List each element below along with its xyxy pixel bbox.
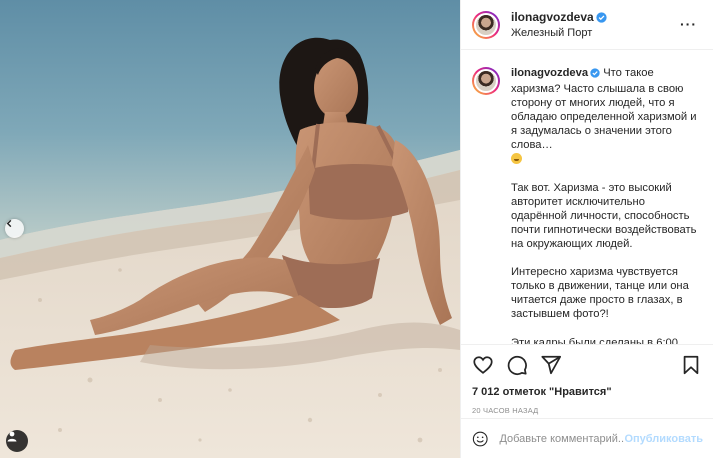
caption-paragraph-2: Так вот. Харизма - это высокий авторитет… xyxy=(511,181,697,251)
caption-text: ilonagvozdeva Что такое харизма? Часто с… xyxy=(511,66,701,344)
caption-username[interactable]: ilonagvozdeva xyxy=(511,67,588,79)
bookmark-icon[interactable] xyxy=(680,354,702,376)
verified-badge-icon xyxy=(596,11,607,26)
comment-icon[interactable] xyxy=(506,354,528,376)
verified-badge-icon xyxy=(590,68,600,82)
publish-button[interactable]: Опубликовать xyxy=(624,433,703,445)
caption-author-avatar[interactable] xyxy=(472,67,500,95)
post-actions: 7 012 отметок "Нравится" 20 часов назад xyxy=(461,344,713,415)
caption-paragraph-1: Что такое харизма? Часто слышала в свою … xyxy=(511,67,697,152)
post-header: ilonagvozdeva Железный Порт ··· xyxy=(461,0,713,50)
heart-icon[interactable] xyxy=(472,354,494,376)
tagged-users-button[interactable] xyxy=(6,430,28,452)
post-timestamp[interactable]: 20 часов назад xyxy=(472,406,702,415)
user-tag-icon xyxy=(7,431,17,442)
chevron-left-icon xyxy=(6,219,12,228)
smile-icon[interactable] xyxy=(472,429,488,449)
more-options-icon[interactable]: ··· xyxy=(680,16,697,32)
post-photo[interactable] xyxy=(0,0,460,458)
add-comment-form: Опубликовать xyxy=(461,418,713,458)
author-username[interactable]: ilonagvozdeva xyxy=(511,10,594,24)
caption-paragraph-3: Интересно харизма чувствуется только в д… xyxy=(511,266,689,321)
caption-paragraph-4: Эти кадры были сделаны в 6:00 утра на ра… xyxy=(511,336,678,345)
post-location[interactable]: Железный Порт xyxy=(511,26,607,40)
caption-area: ilonagvozdeva Что такое харизма? Часто с… xyxy=(461,50,713,344)
comment-input[interactable] xyxy=(499,432,625,445)
likes-count[interactable]: 7 012 отметок "Нравится" xyxy=(472,386,702,398)
paper-plane-icon[interactable] xyxy=(540,354,562,376)
smiling-emoji-icon xyxy=(511,152,522,164)
photo-illustration xyxy=(0,0,460,458)
previous-photo-button[interactable] xyxy=(5,219,24,238)
author-avatar[interactable] xyxy=(472,10,500,39)
post-side-panel: ilonagvozdeva Железный Порт ··· ilonagvo… xyxy=(460,0,713,458)
